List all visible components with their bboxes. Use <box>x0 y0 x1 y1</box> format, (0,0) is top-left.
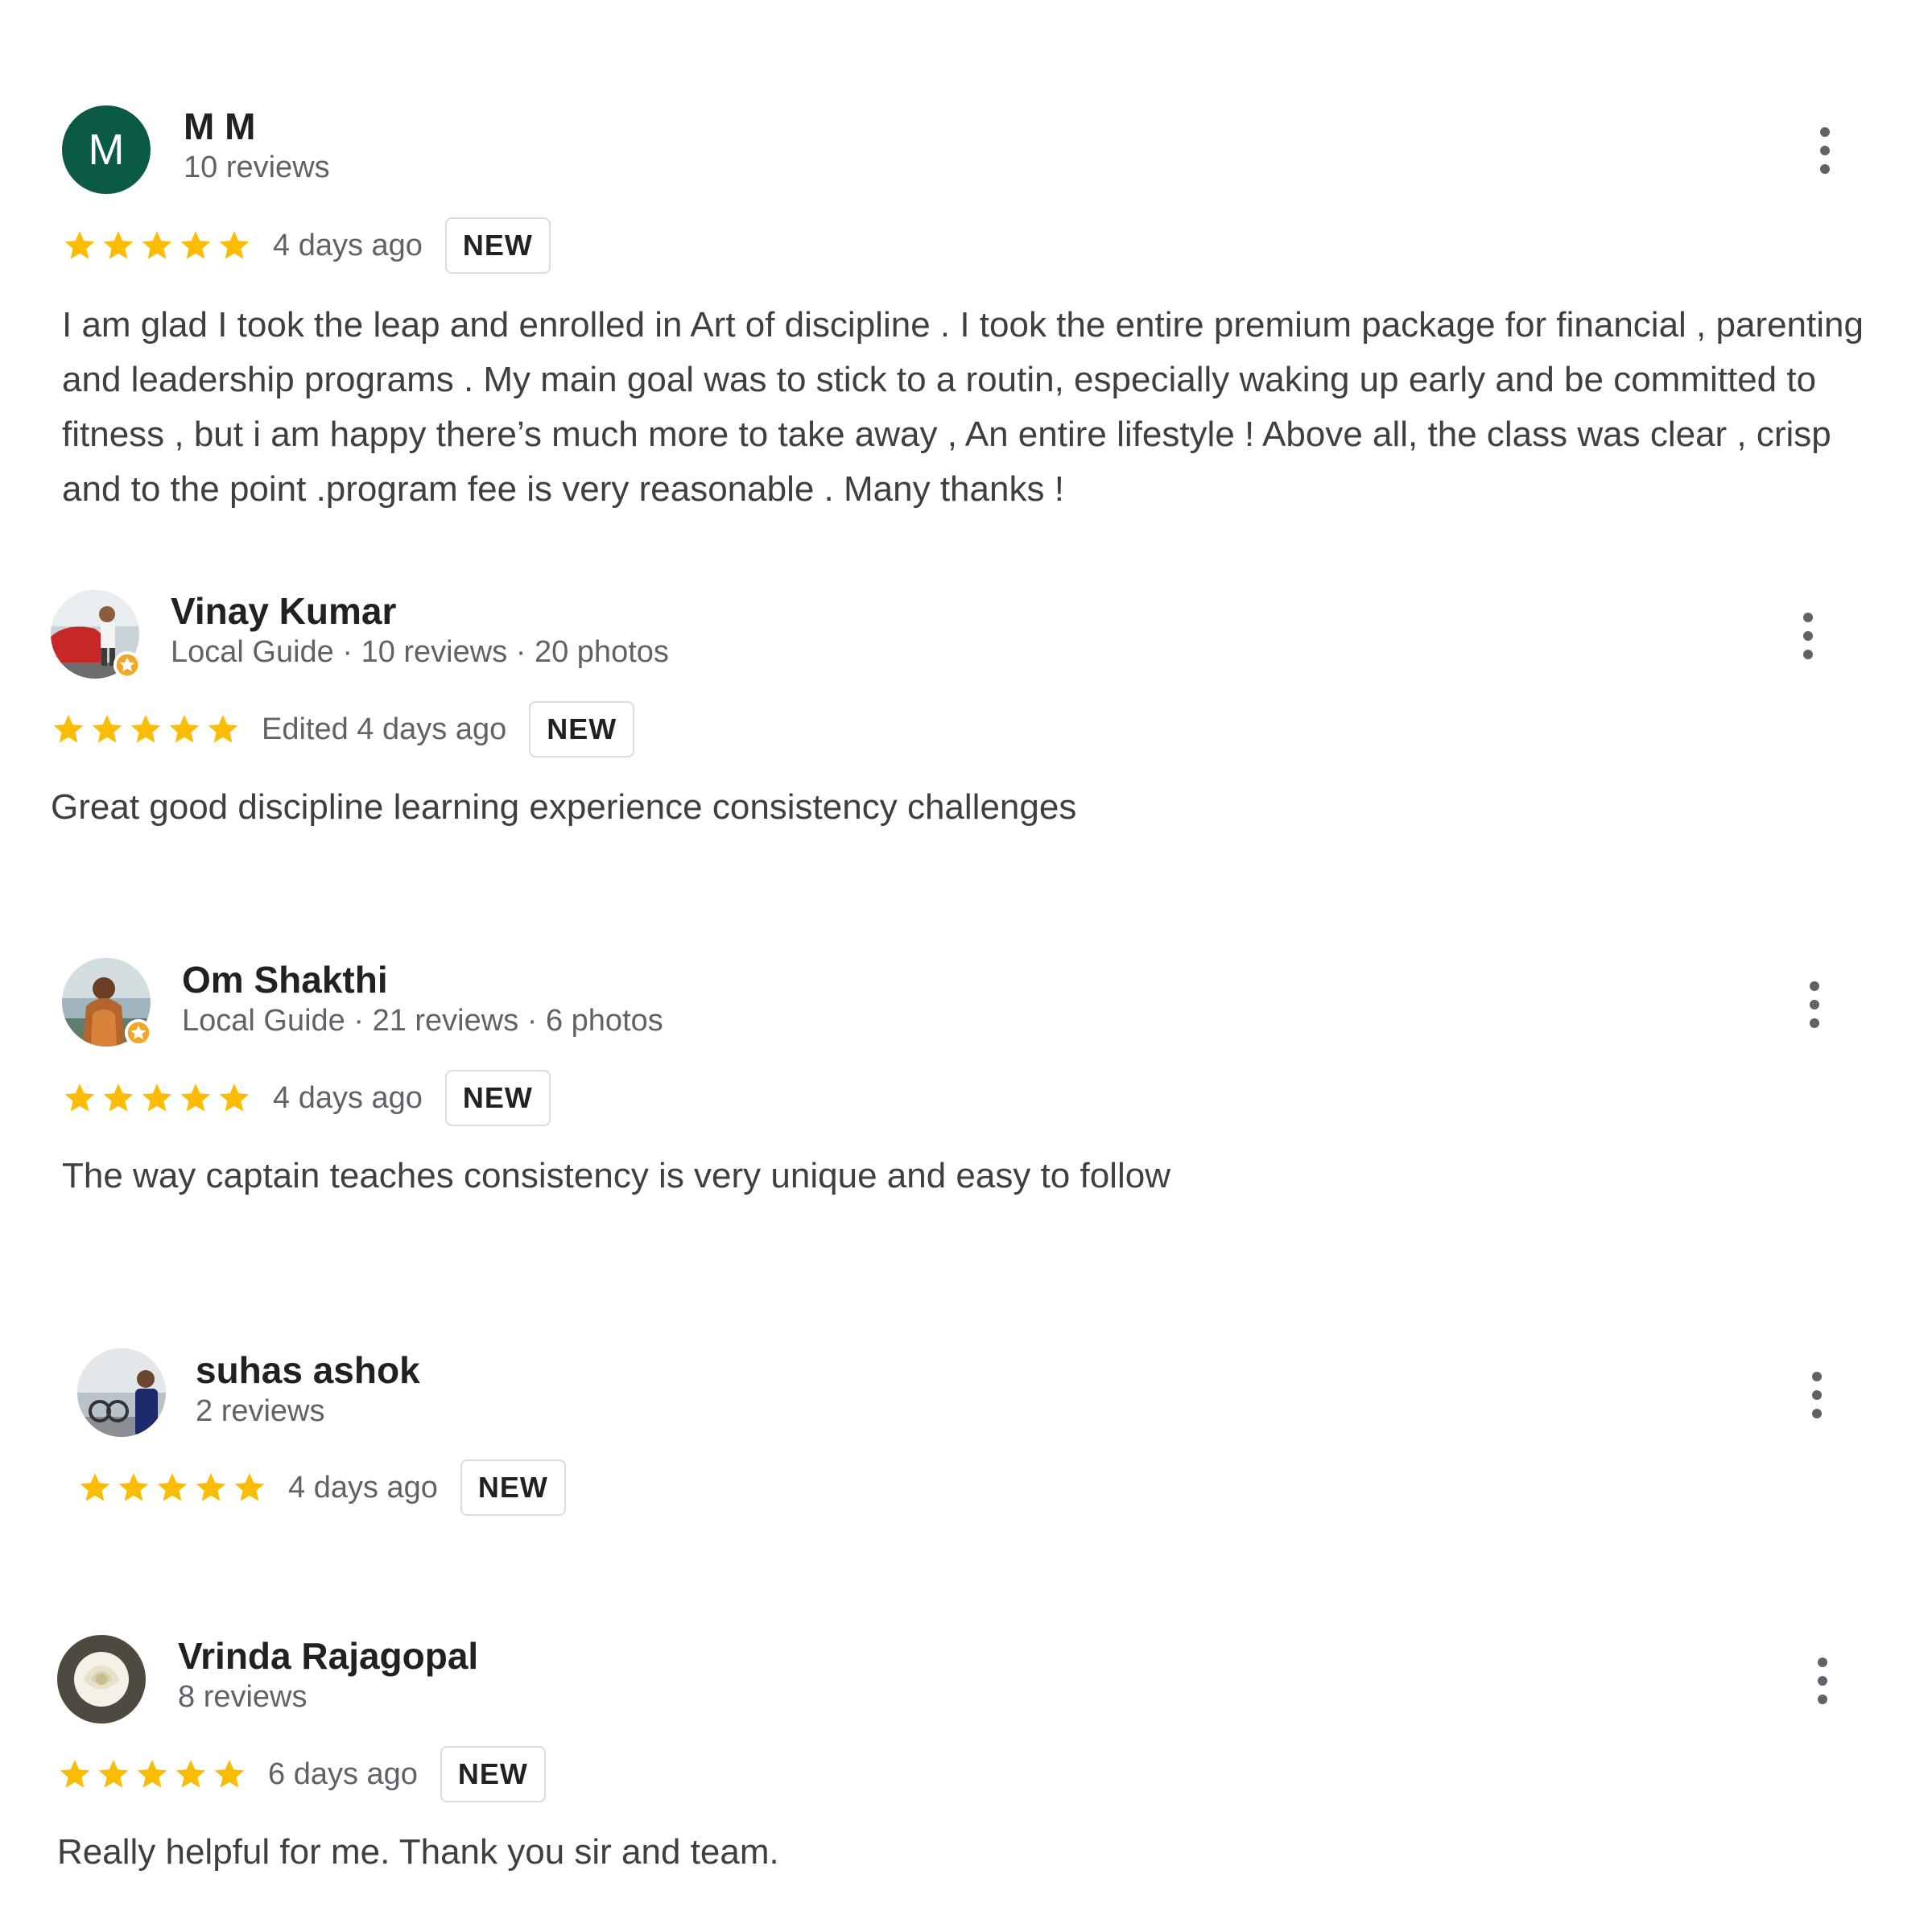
local-guide-icon <box>112 650 142 680</box>
star-icon <box>212 1757 247 1792</box>
rating-row: 6 days ago NEW <box>57 1744 546 1804</box>
star-icon <box>155 1470 190 1505</box>
star-icon <box>178 228 213 263</box>
star-icon <box>232 1470 267 1505</box>
new-badge: NEW <box>444 217 551 274</box>
new-badge: NEW <box>529 701 635 758</box>
star-icon <box>62 228 97 263</box>
avatar[interactable] <box>62 958 151 1046</box>
reviewer-meta: Local Guide · 10 reviews · 20 photos <box>171 635 669 669</box>
reviewer-name[interactable]: Vinay Kumar <box>171 589 396 633</box>
local-guide-icon <box>123 1018 154 1048</box>
reviewer-meta: Local Guide · 21 reviews · 6 photos <box>182 1004 663 1038</box>
star-icon <box>134 1757 170 1792</box>
review-text: The way captain teaches consistency is v… <box>62 1156 1170 1195</box>
reviewer-name[interactable]: suhas ashok <box>196 1348 420 1392</box>
reviewer-meta: 2 reviews <box>196 1394 325 1428</box>
avatar[interactable]: M <box>62 105 151 194</box>
more-options-icon[interactable] <box>1806 1653 1839 1709</box>
star-icon <box>167 712 202 747</box>
review-text: Really helpful for me. Thank you sir and… <box>57 1832 779 1872</box>
review-date: Edited 4 days ago <box>262 712 507 746</box>
star-icon <box>96 1757 131 1792</box>
star-icon <box>128 712 163 747</box>
star-icon <box>77 1470 113 1505</box>
star-icon <box>62 1080 97 1116</box>
more-options-icon[interactable] <box>1798 976 1831 1033</box>
review-date: 6 days ago <box>268 1757 418 1791</box>
star-icon <box>217 1080 252 1116</box>
reviewer-name[interactable]: M M <box>184 105 255 148</box>
review-date: 4 days ago <box>273 228 423 262</box>
star-icon <box>57 1757 93 1792</box>
star-icon <box>101 1080 136 1116</box>
avatar-photo <box>77 1348 166 1437</box>
star-icon <box>89 712 125 747</box>
star-rating <box>51 712 244 747</box>
avatar[interactable] <box>51 590 139 679</box>
more-options-icon[interactable] <box>1809 122 1841 179</box>
star-icon <box>101 228 136 263</box>
review-date: 4 days ago <box>273 1080 423 1115</box>
star-rating <box>62 1080 255 1116</box>
rating-row: Edited 4 days ago NEW <box>51 700 635 759</box>
reviewer-meta: 10 reviews <box>184 151 330 184</box>
avatar-photo <box>57 1635 146 1724</box>
star-icon <box>193 1470 229 1505</box>
review-text: Great good discipline learning experienc… <box>51 787 1077 827</box>
star-rating <box>57 1757 250 1792</box>
star-icon <box>116 1470 151 1505</box>
star-rating <box>77 1470 270 1505</box>
star-icon <box>139 228 175 263</box>
avatar[interactable] <box>77 1348 166 1437</box>
more-options-icon[interactable] <box>1801 1367 1833 1423</box>
star-icon <box>178 1080 213 1116</box>
new-badge: NEW <box>440 1746 546 1802</box>
rating-row: 4 days ago NEW <box>62 216 551 275</box>
star-icon <box>217 228 252 263</box>
rating-row: 4 days ago NEW <box>77 1458 566 1517</box>
star-icon <box>139 1080 175 1116</box>
reviewer-name[interactable]: Om Shakthi <box>182 958 388 1001</box>
star-rating <box>62 228 255 263</box>
reviewer-meta: 8 reviews <box>178 1680 308 1714</box>
reviewer-name[interactable]: Vrinda Rajagopal <box>178 1634 478 1678</box>
avatar-letter: M <box>62 105 151 194</box>
new-badge: NEW <box>444 1070 551 1126</box>
rating-row: 4 days ago NEW <box>62 1068 551 1128</box>
review-text: I am glad I took the leap and enrolled i… <box>62 305 1864 509</box>
star-icon <box>205 712 241 747</box>
more-options-icon[interactable] <box>1792 608 1824 664</box>
new-badge: NEW <box>460 1459 566 1516</box>
review-date: 4 days ago <box>288 1470 438 1505</box>
avatar[interactable] <box>57 1635 146 1724</box>
star-icon <box>51 712 86 747</box>
star-icon <box>173 1757 208 1792</box>
